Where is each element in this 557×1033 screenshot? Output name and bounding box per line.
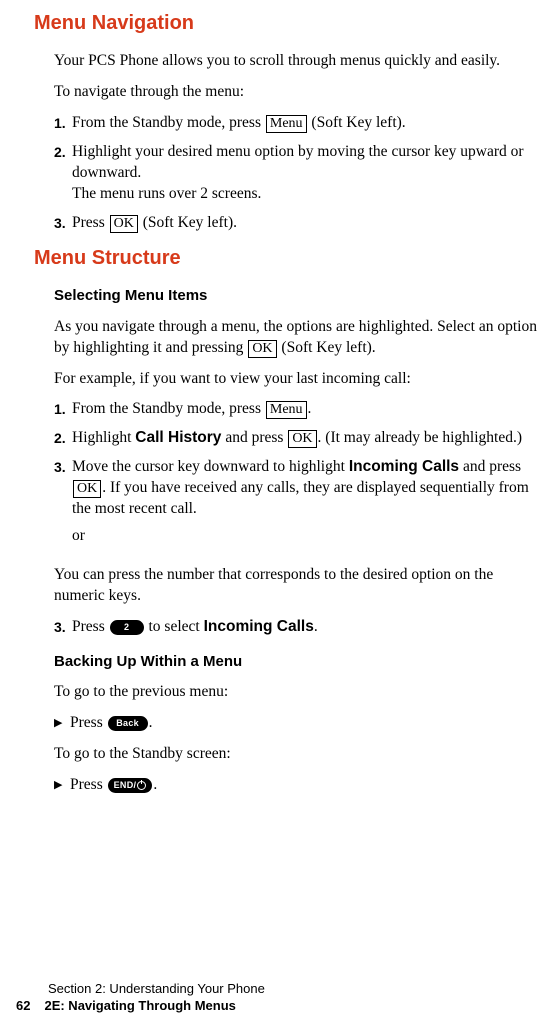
text: (Soft Key left). [278, 339, 376, 356]
step-number: 3. [54, 213, 72, 234]
nav-list: 1. From the Standby mode, press Menu (So… [54, 113, 547, 234]
key-ok: OK [288, 430, 316, 448]
selecting-para-2: For example, if you want to view your la… [54, 369, 547, 390]
select-list: 1. From the Standby mode, press Menu. 2.… [54, 399, 547, 557]
footer-chapter-line: 2E: Navigating Through Menus [44, 998, 235, 1013]
triangle-bullet-icon: ▶ [54, 775, 70, 796]
nav-step-1: 1. From the Standby mode, press Menu (So… [54, 113, 547, 134]
heading-menu-structure: Menu Structure [34, 245, 547, 272]
section-navigation: Your PCS Phone allows you to scroll thro… [54, 51, 547, 233]
step-body: From the Standby mode, press Menu (Soft … [72, 113, 547, 134]
select-step-3: 3. Move the cursor key downward to highl… [54, 457, 547, 557]
step-body: Press 2 to select Incoming Calls. [72, 617, 547, 638]
nav-step-2: 2. Highlight your desired menu option by… [54, 142, 547, 205]
or-line: or [72, 526, 547, 547]
step-number: 1. [54, 399, 72, 420]
text: Move the cursor key downward to highligh… [72, 458, 349, 475]
text: . [149, 714, 153, 731]
text: Press [70, 714, 107, 731]
select-step-3b: 3. Press 2 to select Incoming Calls. [54, 617, 547, 638]
key-2: 2 [110, 620, 144, 635]
text: (Soft Key left). [139, 214, 237, 231]
text: Press [72, 618, 109, 635]
subheading-backing: Backing Up Within a Menu [54, 652, 547, 672]
key-ok: OK [73, 480, 101, 498]
text: to select [145, 618, 204, 635]
page-footer: Section 2: Understanding Your Phone 62 2E… [16, 980, 265, 1015]
select-list-b: 3. Press 2 to select Incoming Calls. [54, 617, 547, 638]
bullet-body: Press END/. [70, 775, 547, 796]
key-menu: Menu [266, 115, 307, 133]
text: Highlight your desired menu option by mo… [72, 143, 524, 181]
text: Highlight [72, 429, 135, 446]
text: Press [70, 776, 107, 793]
key-end-power: END/ [108, 778, 153, 793]
key-menu: Menu [266, 401, 307, 419]
bold-incoming: Incoming Calls [349, 458, 459, 475]
key-ok: OK [248, 340, 276, 358]
step-number: 2. [54, 142, 72, 205]
text: END/ [114, 779, 137, 791]
text: Press [72, 214, 109, 231]
text: and press [221, 429, 287, 446]
text: . If you have received any calls, they a… [72, 479, 529, 517]
bold-incoming: Incoming Calls [204, 618, 314, 635]
step-number: 1. [54, 113, 72, 134]
step-body: Move the cursor key downward to highligh… [72, 457, 547, 557]
selecting-para-1: As you navigate through a menu, the opti… [54, 317, 547, 359]
heading-menu-navigation: Menu Navigation [34, 10, 547, 37]
text: . (It may already be highlighted.) [318, 429, 522, 446]
text: and press [459, 458, 521, 475]
select-step-1: 1. From the Standby mode, press Menu. [54, 399, 547, 420]
step-number: 3. [54, 457, 72, 557]
key-ok: OK [110, 215, 138, 233]
back-bullet-1: ▶ Press Back. [54, 713, 547, 734]
page-number: 62 [16, 997, 30, 1015]
text: The menu runs over 2 screens. [72, 185, 261, 202]
step-number: 2. [54, 428, 72, 449]
page-content: Menu Navigation Your PCS Phone allows yo… [0, 0, 557, 796]
backing-para-2: To go to the Standby screen: [54, 744, 547, 765]
select-step-2: 2. Highlight Call History and press OK. … [54, 428, 547, 449]
step-body: Highlight your desired menu option by mo… [72, 142, 547, 205]
power-icon [137, 781, 146, 790]
nav-step-3: 3. Press OK (Soft Key left). [54, 213, 547, 234]
back-bullet-2: ▶ Press END/. [54, 775, 547, 796]
key-back: Back [108, 716, 148, 731]
triangle-bullet-icon: ▶ [54, 713, 70, 734]
step-number: 3. [54, 617, 72, 638]
footer-section-line: Section 2: Understanding Your Phone [48, 980, 265, 998]
intro-para-2: To navigate through the menu: [54, 82, 547, 103]
bullet-body: Press Back. [70, 713, 547, 734]
step-body: Press OK (Soft Key left). [72, 213, 547, 234]
text: From the Standby mode, press [72, 400, 265, 417]
subheading-selecting: Selecting Menu Items [54, 286, 547, 306]
step-body: Highlight Call History and press OK. (It… [72, 428, 547, 449]
step-body: From the Standby mode, press Menu. [72, 399, 547, 420]
text: . [314, 618, 318, 635]
alt-para: You can press the number that correspond… [54, 565, 547, 607]
text: . [153, 776, 157, 793]
intro-para-1: Your PCS Phone allows you to scroll thro… [54, 51, 547, 72]
text: . [308, 400, 312, 417]
text: (Soft Key left). [308, 114, 406, 131]
text: From the Standby mode, press [72, 114, 265, 131]
section-structure: Selecting Menu Items As you navigate thr… [54, 286, 547, 795]
bold-call-history: Call History [135, 429, 221, 446]
backing-para-1: To go to the previous menu: [54, 682, 547, 703]
